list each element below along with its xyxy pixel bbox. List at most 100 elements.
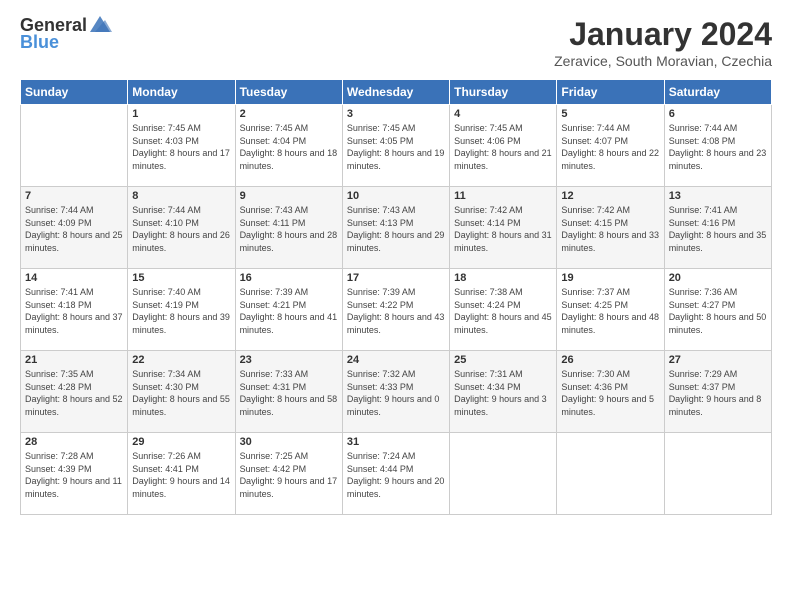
day-info: Sunrise: 7:41 AM Sunset: 4:16 PM Dayligh…	[669, 204, 767, 254]
day-number: 21	[25, 354, 123, 366]
daylight-text: Daylight: 9 hours and 8 minutes.	[669, 394, 762, 417]
day-number: 28	[25, 436, 123, 448]
table-row: 20 Sunrise: 7:36 AM Sunset: 4:27 PM Dayl…	[664, 269, 771, 351]
sunrise-text: Sunrise: 7:29 AM	[669, 369, 738, 379]
sunrise-text: Sunrise: 7:30 AM	[561, 369, 630, 379]
table-row: 27 Sunrise: 7:29 AM Sunset: 4:37 PM Dayl…	[664, 351, 771, 433]
day-number: 24	[347, 354, 445, 366]
day-info: Sunrise: 7:34 AM Sunset: 4:30 PM Dayligh…	[132, 368, 230, 418]
sunset-text: Sunset: 4:28 PM	[25, 382, 92, 392]
sunset-text: Sunset: 4:25 PM	[561, 300, 628, 310]
month-title: January 2024	[554, 16, 772, 53]
daylight-text: Daylight: 8 hours and 28 minutes.	[240, 230, 338, 253]
sunset-text: Sunset: 4:05 PM	[347, 136, 414, 146]
table-row	[557, 433, 664, 515]
table-row: 24 Sunrise: 7:32 AM Sunset: 4:33 PM Dayl…	[342, 351, 449, 433]
daylight-text: Daylight: 8 hours and 41 minutes.	[240, 312, 338, 335]
sunrise-text: Sunrise: 7:45 AM	[240, 123, 309, 133]
day-info: Sunrise: 7:38 AM Sunset: 4:24 PM Dayligh…	[454, 286, 552, 336]
table-row	[450, 433, 557, 515]
sunset-text: Sunset: 4:37 PM	[669, 382, 736, 392]
table-row: 4 Sunrise: 7:45 AM Sunset: 4:06 PM Dayli…	[450, 105, 557, 187]
sunset-text: Sunset: 4:41 PM	[132, 464, 199, 474]
sunrise-text: Sunrise: 7:45 AM	[454, 123, 523, 133]
table-row: 2 Sunrise: 7:45 AM Sunset: 4:04 PM Dayli…	[235, 105, 342, 187]
day-number: 25	[454, 354, 552, 366]
daylight-text: Daylight: 8 hours and 39 minutes.	[132, 312, 230, 335]
day-info: Sunrise: 7:39 AM Sunset: 4:21 PM Dayligh…	[240, 286, 338, 336]
sunset-text: Sunset: 4:36 PM	[561, 382, 628, 392]
sunset-text: Sunset: 4:10 PM	[132, 218, 199, 228]
location: Zeravice, South Moravian, Czechia	[554, 53, 772, 69]
day-number: 30	[240, 436, 338, 448]
day-info: Sunrise: 7:44 AM Sunset: 4:08 PM Dayligh…	[669, 122, 767, 172]
day-number: 16	[240, 272, 338, 284]
sunset-text: Sunset: 4:27 PM	[669, 300, 736, 310]
table-row: 17 Sunrise: 7:39 AM Sunset: 4:22 PM Dayl…	[342, 269, 449, 351]
day-number: 31	[347, 436, 445, 448]
day-number: 19	[561, 272, 659, 284]
day-info: Sunrise: 7:35 AM Sunset: 4:28 PM Dayligh…	[25, 368, 123, 418]
table-row: 22 Sunrise: 7:34 AM Sunset: 4:30 PM Dayl…	[128, 351, 235, 433]
daylight-text: Daylight: 8 hours and 33 minutes.	[561, 230, 659, 253]
sunset-text: Sunset: 4:42 PM	[240, 464, 307, 474]
sunrise-text: Sunrise: 7:42 AM	[454, 205, 523, 215]
day-info: Sunrise: 7:31 AM Sunset: 4:34 PM Dayligh…	[454, 368, 552, 418]
sunrise-text: Sunrise: 7:43 AM	[347, 205, 416, 215]
daylight-text: Daylight: 8 hours and 37 minutes.	[25, 312, 123, 335]
sunrise-text: Sunrise: 7:44 AM	[669, 123, 738, 133]
day-number: 6	[669, 108, 767, 120]
daylight-text: Daylight: 8 hours and 48 minutes.	[561, 312, 659, 335]
day-number: 5	[561, 108, 659, 120]
title-block: January 2024 Zeravice, South Moravian, C…	[554, 16, 772, 69]
daylight-text: Daylight: 9 hours and 20 minutes.	[347, 476, 445, 499]
sunset-text: Sunset: 4:03 PM	[132, 136, 199, 146]
day-info: Sunrise: 7:42 AM Sunset: 4:15 PM Dayligh…	[561, 204, 659, 254]
day-number: 10	[347, 190, 445, 202]
sunrise-text: Sunrise: 7:35 AM	[25, 369, 94, 379]
table-row: 21 Sunrise: 7:35 AM Sunset: 4:28 PM Dayl…	[21, 351, 128, 433]
table-row: 25 Sunrise: 7:31 AM Sunset: 4:34 PM Dayl…	[450, 351, 557, 433]
daylight-text: Daylight: 8 hours and 19 minutes.	[347, 148, 445, 171]
sunrise-text: Sunrise: 7:41 AM	[669, 205, 738, 215]
table-row: 28 Sunrise: 7:28 AM Sunset: 4:39 PM Dayl…	[21, 433, 128, 515]
col-thursday: Thursday	[450, 80, 557, 105]
sunrise-text: Sunrise: 7:39 AM	[347, 287, 416, 297]
col-tuesday: Tuesday	[235, 80, 342, 105]
calendar-week-row: 28 Sunrise: 7:28 AM Sunset: 4:39 PM Dayl…	[21, 433, 772, 515]
daylight-text: Daylight: 8 hours and 25 minutes.	[25, 230, 123, 253]
daylight-text: Daylight: 8 hours and 35 minutes.	[669, 230, 767, 253]
table-row: 11 Sunrise: 7:42 AM Sunset: 4:14 PM Dayl…	[450, 187, 557, 269]
sunrise-text: Sunrise: 7:43 AM	[240, 205, 309, 215]
table-row: 14 Sunrise: 7:41 AM Sunset: 4:18 PM Dayl…	[21, 269, 128, 351]
day-number: 15	[132, 272, 230, 284]
day-number: 2	[240, 108, 338, 120]
day-number: 23	[240, 354, 338, 366]
daylight-text: Daylight: 8 hours and 43 minutes.	[347, 312, 445, 335]
sunrise-text: Sunrise: 7:31 AM	[454, 369, 523, 379]
logo: General Blue	[20, 16, 112, 53]
day-number: 17	[347, 272, 445, 284]
sunrise-text: Sunrise: 7:40 AM	[132, 287, 201, 297]
table-row: 9 Sunrise: 7:43 AM Sunset: 4:11 PM Dayli…	[235, 187, 342, 269]
calendar: Sunday Monday Tuesday Wednesday Thursday…	[20, 79, 772, 515]
daylight-text: Daylight: 8 hours and 55 minutes.	[132, 394, 230, 417]
day-info: Sunrise: 7:45 AM Sunset: 4:05 PM Dayligh…	[347, 122, 445, 172]
table-row: 30 Sunrise: 7:25 AM Sunset: 4:42 PM Dayl…	[235, 433, 342, 515]
table-row: 5 Sunrise: 7:44 AM Sunset: 4:07 PM Dayli…	[557, 105, 664, 187]
day-info: Sunrise: 7:24 AM Sunset: 4:44 PM Dayligh…	[347, 450, 445, 500]
sunrise-text: Sunrise: 7:37 AM	[561, 287, 630, 297]
sunrise-text: Sunrise: 7:38 AM	[454, 287, 523, 297]
sunrise-text: Sunrise: 7:44 AM	[25, 205, 94, 215]
sunset-text: Sunset: 4:18 PM	[25, 300, 92, 310]
table-row: 6 Sunrise: 7:44 AM Sunset: 4:08 PM Dayli…	[664, 105, 771, 187]
sunset-text: Sunset: 4:21 PM	[240, 300, 307, 310]
day-info: Sunrise: 7:43 AM Sunset: 4:13 PM Dayligh…	[347, 204, 445, 254]
daylight-text: Daylight: 8 hours and 29 minutes.	[347, 230, 445, 253]
daylight-text: Daylight: 8 hours and 18 minutes.	[240, 148, 338, 171]
day-number: 12	[561, 190, 659, 202]
table-row: 19 Sunrise: 7:37 AM Sunset: 4:25 PM Dayl…	[557, 269, 664, 351]
day-info: Sunrise: 7:44 AM Sunset: 4:07 PM Dayligh…	[561, 122, 659, 172]
sunset-text: Sunset: 4:33 PM	[347, 382, 414, 392]
daylight-text: Daylight: 9 hours and 17 minutes.	[240, 476, 338, 499]
